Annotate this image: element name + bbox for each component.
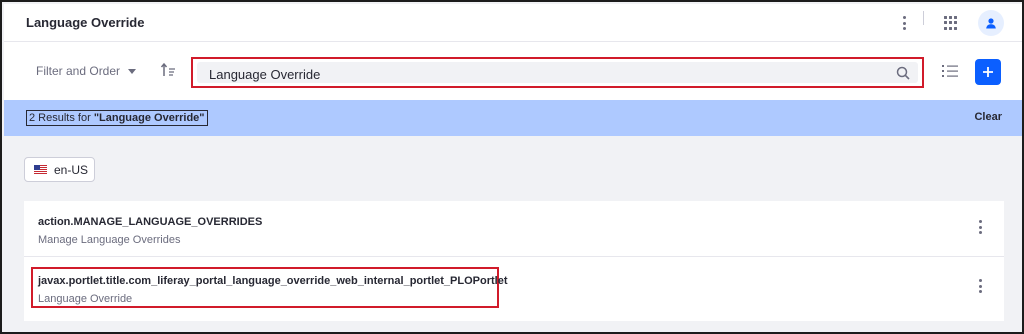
- search-icon[interactable]: [896, 66, 910, 80]
- override-key[interactable]: javax.portlet.title.com_liferay_portal_l…: [38, 275, 507, 287]
- app-frame: Language Override Filter and Order Langu…: [0, 0, 1024, 334]
- list-item[interactable]: action.MANAGE_LANGUAGE_OVERRIDES Manage …: [24, 201, 1004, 257]
- header-divider: [923, 11, 924, 25]
- item-actions-icon[interactable]: [978, 220, 982, 234]
- caret-down-icon: [128, 68, 137, 74]
- plus-icon: [983, 67, 993, 77]
- override-value: Manage Language Overrides: [38, 234, 181, 246]
- apps-grid-icon[interactable]: [944, 16, 958, 30]
- locale-label: en-US: [54, 162, 89, 177]
- override-value: Language Override: [38, 293, 133, 305]
- list-item[interactable]: javax.portlet.title.com_liferay_portal_l…: [24, 257, 1004, 313]
- search-highlight-box: Language Override: [191, 57, 924, 88]
- sort-icon[interactable]: [160, 62, 176, 78]
- results-list: action.MANAGE_LANGUAGE_OVERRIDES Manage …: [24, 201, 1004, 321]
- locale-selector-button[interactable]: en-US: [24, 157, 95, 182]
- clear-button[interactable]: Clear: [974, 111, 1002, 123]
- page-title: Language Override: [26, 15, 145, 30]
- results-query: "Language Override": [93, 112, 205, 124]
- search-input-value: Language Override: [209, 67, 321, 82]
- override-key[interactable]: action.MANAGE_LANGUAGE_OVERRIDES: [38, 216, 262, 228]
- results-summary: 2 Results for "Language Override": [26, 110, 208, 126]
- item-actions-icon[interactable]: [978, 279, 982, 293]
- vertical-ellipsis-icon[interactable]: [902, 16, 906, 30]
- page-header: Language Override: [4, 4, 1022, 42]
- management-toolbar: Filter and Order Language Override: [4, 42, 1022, 100]
- search-input[interactable]: Language Override: [197, 62, 918, 83]
- search-results-bar: 2 Results for "Language Override" Clear: [4, 100, 1022, 136]
- user-avatar-icon[interactable]: [978, 10, 1004, 36]
- list-view-icon[interactable]: [942, 64, 958, 78]
- filter-and-order-label: Filter and Order: [36, 64, 121, 78]
- results-count-text: 2 Results for: [29, 112, 94, 124]
- filter-and-order-dropdown[interactable]: Filter and Order: [36, 64, 137, 78]
- us-flag-icon: [34, 165, 47, 174]
- add-button[interactable]: [975, 59, 1001, 85]
